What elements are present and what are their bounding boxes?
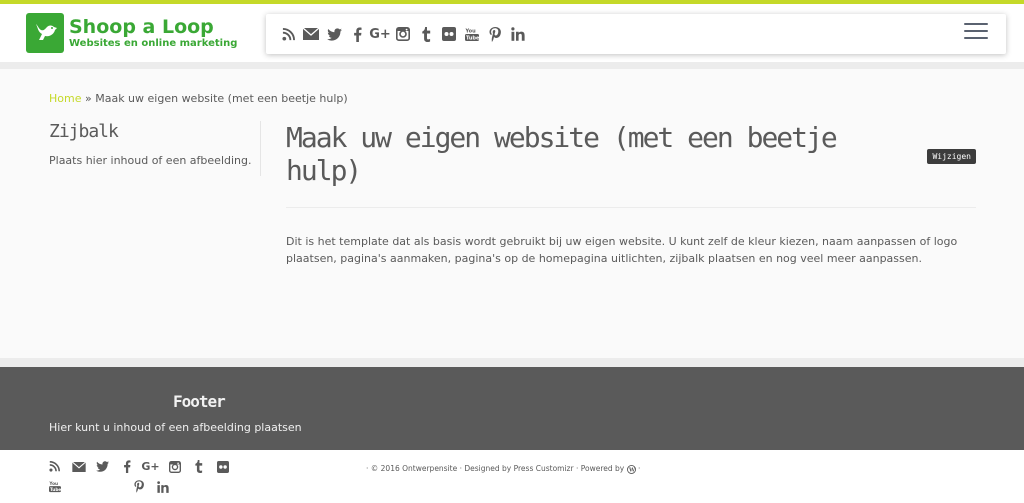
facebook-icon[interactable] [118, 458, 135, 475]
google-plus-icon[interactable]: G+ [141, 458, 160, 475]
instagram-icon[interactable] [166, 458, 183, 475]
svg-text:You: You [465, 28, 476, 34]
flickr-icon[interactable] [439, 24, 459, 44]
credits-end: · [637, 464, 641, 473]
page-body-text: Dit is het template dat als basis wordt … [286, 235, 958, 265]
linkedin-icon[interactable] [508, 24, 528, 44]
header-social-bar: G+ You Tube [266, 14, 1006, 54]
footer-separator [0, 358, 1024, 367]
google-plus-icon[interactable]: G+ [369, 24, 391, 44]
sidebar-text: Plaats hier inhoud of een afbeelding. [49, 154, 252, 167]
hamburger-menu-icon[interactable] [964, 23, 988, 43]
credits-text: · © 2016 Ontwerpensite · Designed by Pre… [366, 464, 625, 473]
footer-credits: · © 2016 Ontwerpensite · Designed by Pre… [366, 464, 640, 474]
breadcrumb-home-link[interactable]: Home [49, 92, 81, 105]
google-plus-glyph: G+ [141, 460, 160, 473]
sidebar-title: Zijbalk [49, 121, 119, 142]
footer-title: Footer [173, 392, 226, 411]
logo-subtitle: Websites en online marketing [69, 38, 238, 49]
logo-bird-icon [26, 13, 64, 53]
rss-icon[interactable] [278, 24, 298, 44]
main-content-area: Home » Maak uw eigen website (met een be… [0, 69, 1024, 358]
site-logo[interactable]: Shoop a Loop Websites en online marketin… [26, 13, 237, 53]
title-divider [286, 207, 976, 208]
breadcrumb-separator: » [84, 92, 92, 105]
flickr-icon[interactable] [214, 458, 231, 475]
breadcrumb-current: Maak uw eigen website (met een beetje hu… [95, 92, 348, 105]
email-icon[interactable] [70, 458, 87, 475]
colophon: G+ You Tube · © 2016 Ontwerpensite · Desi… [0, 450, 1024, 503]
tumblr-icon[interactable] [416, 24, 436, 44]
instagram-icon[interactable] [393, 24, 413, 44]
twitter-icon[interactable] [324, 24, 344, 44]
facebook-icon[interactable] [347, 24, 367, 44]
edit-button[interactable]: Wijzigen [927, 148, 976, 164]
twitter-icon[interactable] [94, 458, 111, 475]
youtube-icon[interactable]: You Tube [462, 24, 482, 44]
svg-text:Tube: Tube [49, 487, 60, 493]
pinterest-icon[interactable] [130, 478, 147, 495]
footer-widget-area: Footer Hier kunt u inhoud of een afbeeld… [0, 367, 1024, 450]
logo-title: Shoop a Loop [69, 16, 214, 38]
site-header: Shoop a Loop Websites en online marketin… [0, 4, 1024, 62]
svg-text:Tube: Tube [466, 35, 479, 41]
linkedin-icon[interactable] [154, 478, 171, 495]
youtube-icon[interactable]: You Tube [46, 478, 63, 495]
pinterest-icon[interactable] [485, 24, 505, 44]
page-title: Maak uw eigen website (met een beetje hu… [286, 121, 838, 187]
email-icon[interactable] [301, 24, 321, 44]
sidebar-widget: Zijbalk Plaats hier inhoud of een afbeel… [49, 121, 261, 176]
wordpress-icon[interactable]: W [626, 464, 636, 474]
google-plus-glyph: G+ [369, 26, 391, 42]
breadcrumb: Home » Maak uw eigen website (met een be… [49, 92, 348, 105]
footer-social-bar: G+ You Tube [46, 458, 246, 498]
svg-text:W: W [628, 467, 636, 473]
tumblr-icon[interactable] [190, 458, 207, 475]
svg-text:You: You [49, 481, 58, 487]
rss-icon[interactable] [46, 458, 63, 475]
footer-text: Hier kunt u inhoud of een afbeelding pla… [49, 421, 302, 434]
article: Maak uw eigen website (met een beetje hu… [286, 121, 976, 267]
header-separator [0, 62, 1024, 69]
